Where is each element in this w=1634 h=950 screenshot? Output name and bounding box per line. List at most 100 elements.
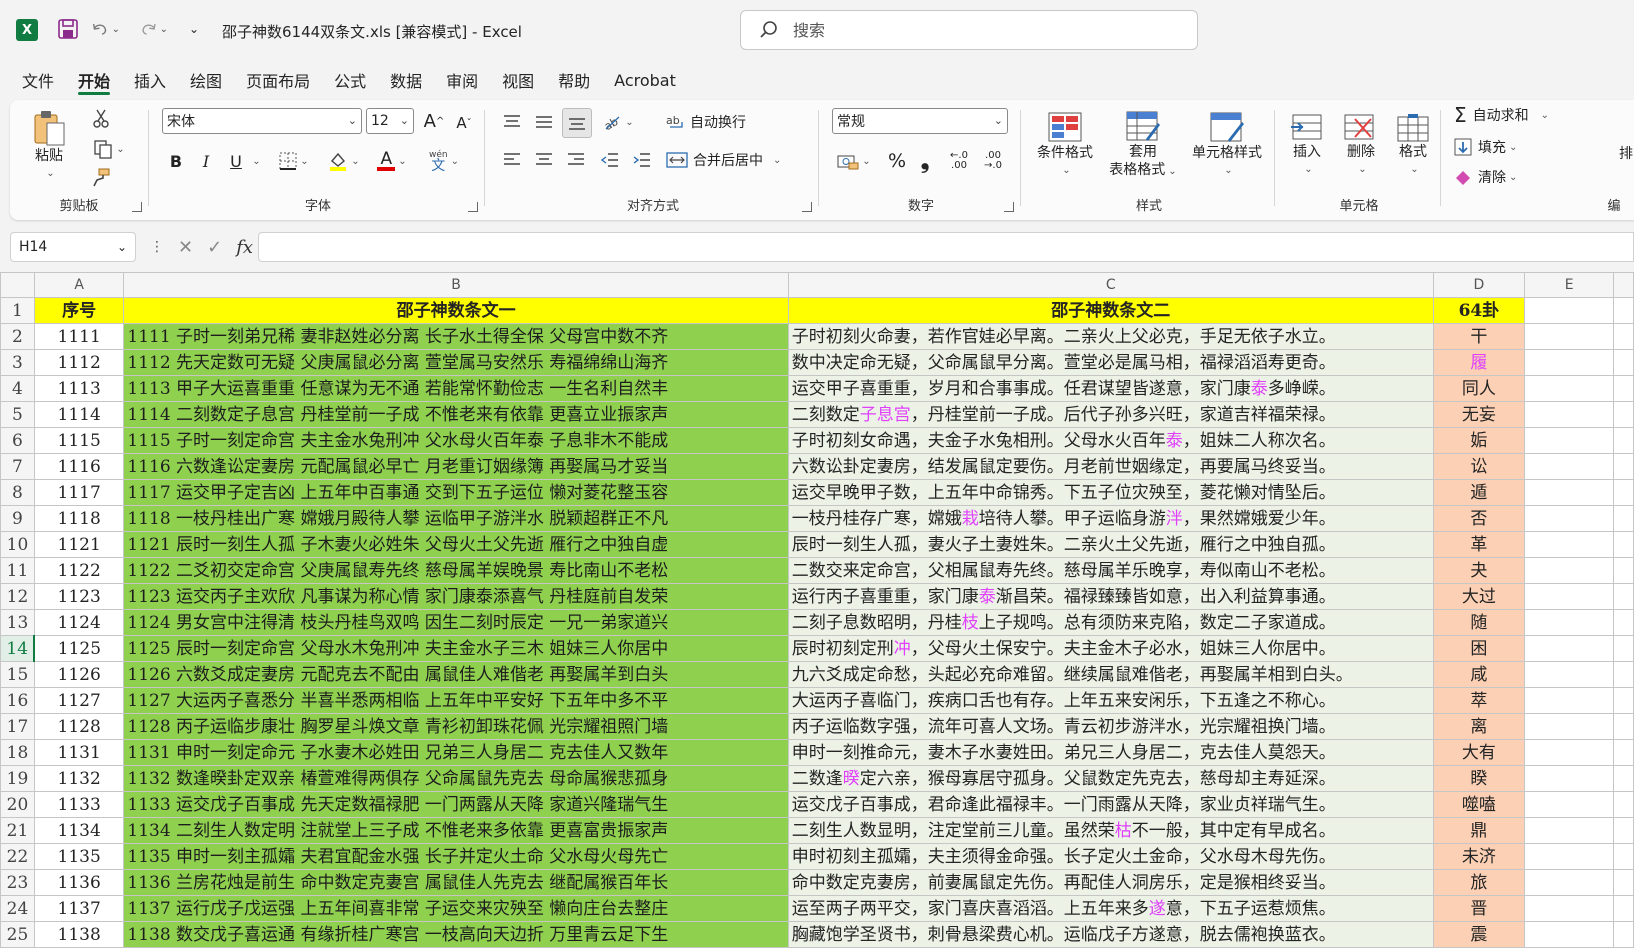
conditional-formatting-button[interactable]: 条件格式 ⌄ (1030, 106, 1100, 186)
shrink-font-button[interactable]: Aˇ (452, 110, 476, 136)
cell-seq[interactable]: 1116 (33, 453, 125, 480)
cell-text-1[interactable]: 1126 六数爻成定妻房 元配克去不配由 属鼠佳人难偕老 再娶属羊到白头 (123, 661, 789, 688)
row-header[interactable]: 11 (0, 557, 35, 584)
column-header-c[interactable]: C (787, 272, 1434, 298)
number-format-select[interactable]: 常规 ⌄ (832, 108, 1008, 134)
cell-text-2[interactable]: 一枝丹桂存广寒，嫦娥栽培待人攀。甲子运临身游泮，果然嫦娥爱少年。 (787, 505, 1434, 532)
cell-e[interactable] (1524, 921, 1615, 948)
cell-text-1[interactable]: 1118 一枝丹桂出广寒 嫦娥月殿待人攀 运临甲子游泮水 脱颖超群正不凡 (123, 505, 789, 532)
cell-seq[interactable]: 1121 (33, 531, 125, 558)
column-header-e[interactable]: E (1524, 272, 1615, 298)
increase-decimal-button[interactable]: ←.0 .00 (944, 148, 974, 174)
cell-f[interactable] (1613, 609, 1634, 636)
clear-button[interactable]: 清除 ⌄ (1454, 164, 1554, 190)
cell-seq[interactable]: 1138 (33, 921, 125, 948)
row-header[interactable]: 10 (0, 531, 35, 558)
cell-seq[interactable]: 1128 (33, 713, 125, 740)
header-cell-b[interactable]: 邵子神数条文一 (123, 297, 789, 324)
tab-acrobat[interactable]: Acrobat (602, 63, 688, 97)
cell-hexagram[interactable]: 干 (1432, 323, 1526, 350)
grow-font-button[interactable]: A ^ (422, 108, 446, 134)
cell-f[interactable] (1613, 505, 1634, 532)
column-header-b[interactable]: B (123, 272, 789, 298)
cell-f[interactable] (1613, 765, 1634, 792)
cell-text-1[interactable]: 1123 运交丙子主欢欣 凡事谋为称心情 家门康泰添喜气 丹桂庭前自发荣 (123, 583, 789, 610)
cell-hexagram[interactable]: 旅 (1432, 869, 1526, 896)
cell-hexagram[interactable]: 晋 (1432, 895, 1526, 922)
select-all-corner[interactable] (0, 272, 35, 298)
row-header[interactable]: 14 (0, 635, 36, 662)
alignment-launcher-icon[interactable] (802, 202, 812, 212)
phonetic-guide-button[interactable]: wén 文 ⌄ (422, 146, 466, 176)
sort-filter-button[interactable]: 排 (1616, 140, 1634, 166)
header-cell-c[interactable]: 邵子神数条文二 (787, 297, 1434, 324)
cell-hexagram[interactable]: 革 (1432, 531, 1526, 558)
tab-formulas[interactable]: 公式 (322, 63, 378, 97)
redo-icon[interactable]: ⌄ (140, 16, 168, 42)
cell-text-1[interactable]: 1124 男女宫中注得清 枝头丹桂鸟双鸣 因生二刻时辰定 一兄一弟家道兴 (123, 609, 789, 636)
align-center-icon[interactable] (530, 146, 558, 174)
cell-seq[interactable]: 1122 (33, 557, 125, 584)
paste-button[interactable]: 粘贴 ⌄ (24, 106, 74, 186)
cell-seq[interactable]: 1117 (33, 479, 125, 506)
column-header-f[interactable] (1613, 272, 1634, 298)
search-box[interactable] (740, 10, 1198, 50)
cell-seq[interactable]: 1124 (33, 609, 125, 636)
cell-f[interactable] (1613, 453, 1634, 480)
row-header[interactable]: 1 (0, 297, 35, 324)
cell-text-2[interactable]: 辰时初刻定刑冲，父母火土保安宁。夫主金木子必水，姐妹三人你居中。 (787, 635, 1434, 662)
cell-e[interactable] (1524, 479, 1615, 506)
cell-seq[interactable]: 1118 (33, 505, 125, 532)
align-right-icon[interactable] (562, 146, 590, 174)
cell-e[interactable] (1524, 453, 1615, 480)
cell-text-1[interactable]: 1114 二刻数定子息宫 丹桂堂前一子成 不惟老来有依靠 更喜立业振家声 (123, 401, 789, 428)
cancel-icon[interactable]: ✕ (178, 237, 193, 258)
cell-text-1[interactable]: 1125 辰时一刻定命宫 父母水木兔刑冲 夫主金水子三木 姐妹三人你居中 (123, 635, 789, 662)
cell-text-2[interactable]: 辰时一刻生人孤，妻火子土妻姓朱。二亲火土父先逝，雁行之中独自孤。 (787, 531, 1434, 558)
cell-hexagram[interactable]: 同人 (1432, 375, 1526, 402)
cell-e[interactable] (1524, 869, 1615, 896)
cell-text-2[interactable]: 命中数定克妻房，前妻属鼠定先伤。再配佳人洞房乐，定是猴相终妥当。 (787, 869, 1434, 896)
cell-e[interactable] (1524, 791, 1615, 818)
cell-text-1[interactable]: 1128 丙子运临步康壮 胸罗星斗焕文章 青衫初卸珠花佩 光宗耀祖照门墙 (123, 713, 789, 740)
wrap-text-button[interactable]: ab 自动换行 (666, 108, 776, 136)
insert-function-icon[interactable]: fx (236, 237, 253, 258)
cell-e[interactable] (1524, 739, 1615, 766)
tab-help[interactable]: 帮助 (546, 63, 602, 97)
cell-hexagram[interactable]: 姤 (1432, 427, 1526, 454)
cell-text-1[interactable]: 1121 辰时一刻生人孤 子木妻火必姓朱 父母火土父先逝 雁行之中独自虚 (123, 531, 789, 558)
cell-text-1[interactable]: 1127 大运丙子喜悉分 半喜半悉两相临 上五年中平安好 下五年中多不平 (123, 687, 789, 714)
cell-f[interactable] (1613, 869, 1634, 896)
cell-f[interactable] (1613, 375, 1634, 402)
font-size-select[interactable]: 12 ⌄ (366, 108, 414, 134)
underline-more-icon[interactable]: ⌄ (248, 148, 262, 174)
header-cell-d[interactable]: 64卦 (1432, 297, 1526, 324)
tab-draw[interactable]: 绘图 (178, 63, 234, 97)
underline-button[interactable]: U (224, 148, 248, 174)
cell-seq[interactable]: 1125 (33, 635, 125, 662)
cell-text-2[interactable]: 数中决定命无疑，父命属鼠早分离。萱堂必是属马相，福禄滔滔寿更奇。 (787, 349, 1434, 376)
cell-e[interactable] (1524, 375, 1615, 402)
cell-text-2[interactable]: 二刻子息数昭明，丹桂枝上子规鸣。总有须防来克陷，数定二子家道成。 (787, 609, 1434, 636)
tab-page-layout[interactable]: 页面布局 (234, 63, 322, 97)
cell-text-1[interactable]: 1113 甲子大运喜重重 任意谋为无不通 若能常怀勤俭志 一生名利自然丰 (123, 375, 789, 402)
cell-text-2[interactable]: 申时一刻推命元，妻木子水妻姓田。弟兄三人身居二，克去佳人莫怨天。 (787, 739, 1434, 766)
cell-hexagram[interactable]: 离 (1432, 713, 1526, 740)
cell-f[interactable] (1613, 791, 1634, 818)
cell-e[interactable] (1524, 557, 1615, 584)
cell-e[interactable] (1524, 531, 1615, 558)
cell-hexagram[interactable]: 遁 (1432, 479, 1526, 506)
cell-text-1[interactable]: 1122 二爻初交定命宫 父庚属鼠寿先终 慈母属羊娱晚景 寿比南山不老松 (123, 557, 789, 584)
undo-icon[interactable]: ⌄ (92, 16, 120, 42)
cell-text-2[interactable]: 六数讼卦定妻房，结发属鼠定要伤。月老前世姻缘定，再要属马终妥当。 (787, 453, 1434, 480)
enter-icon[interactable]: ✓ (207, 237, 222, 258)
cell-hexagram[interactable]: 震 (1432, 921, 1526, 948)
cell-f[interactable] (1613, 479, 1634, 506)
cell-e[interactable] (1524, 713, 1615, 740)
cell-f[interactable] (1613, 349, 1634, 376)
cut-icon[interactable] (88, 106, 114, 132)
cell-e[interactable] (1524, 661, 1615, 688)
row-header[interactable]: 5 (0, 401, 35, 428)
align-middle-icon[interactable] (530, 108, 558, 136)
tab-data[interactable]: 数据 (378, 63, 434, 97)
